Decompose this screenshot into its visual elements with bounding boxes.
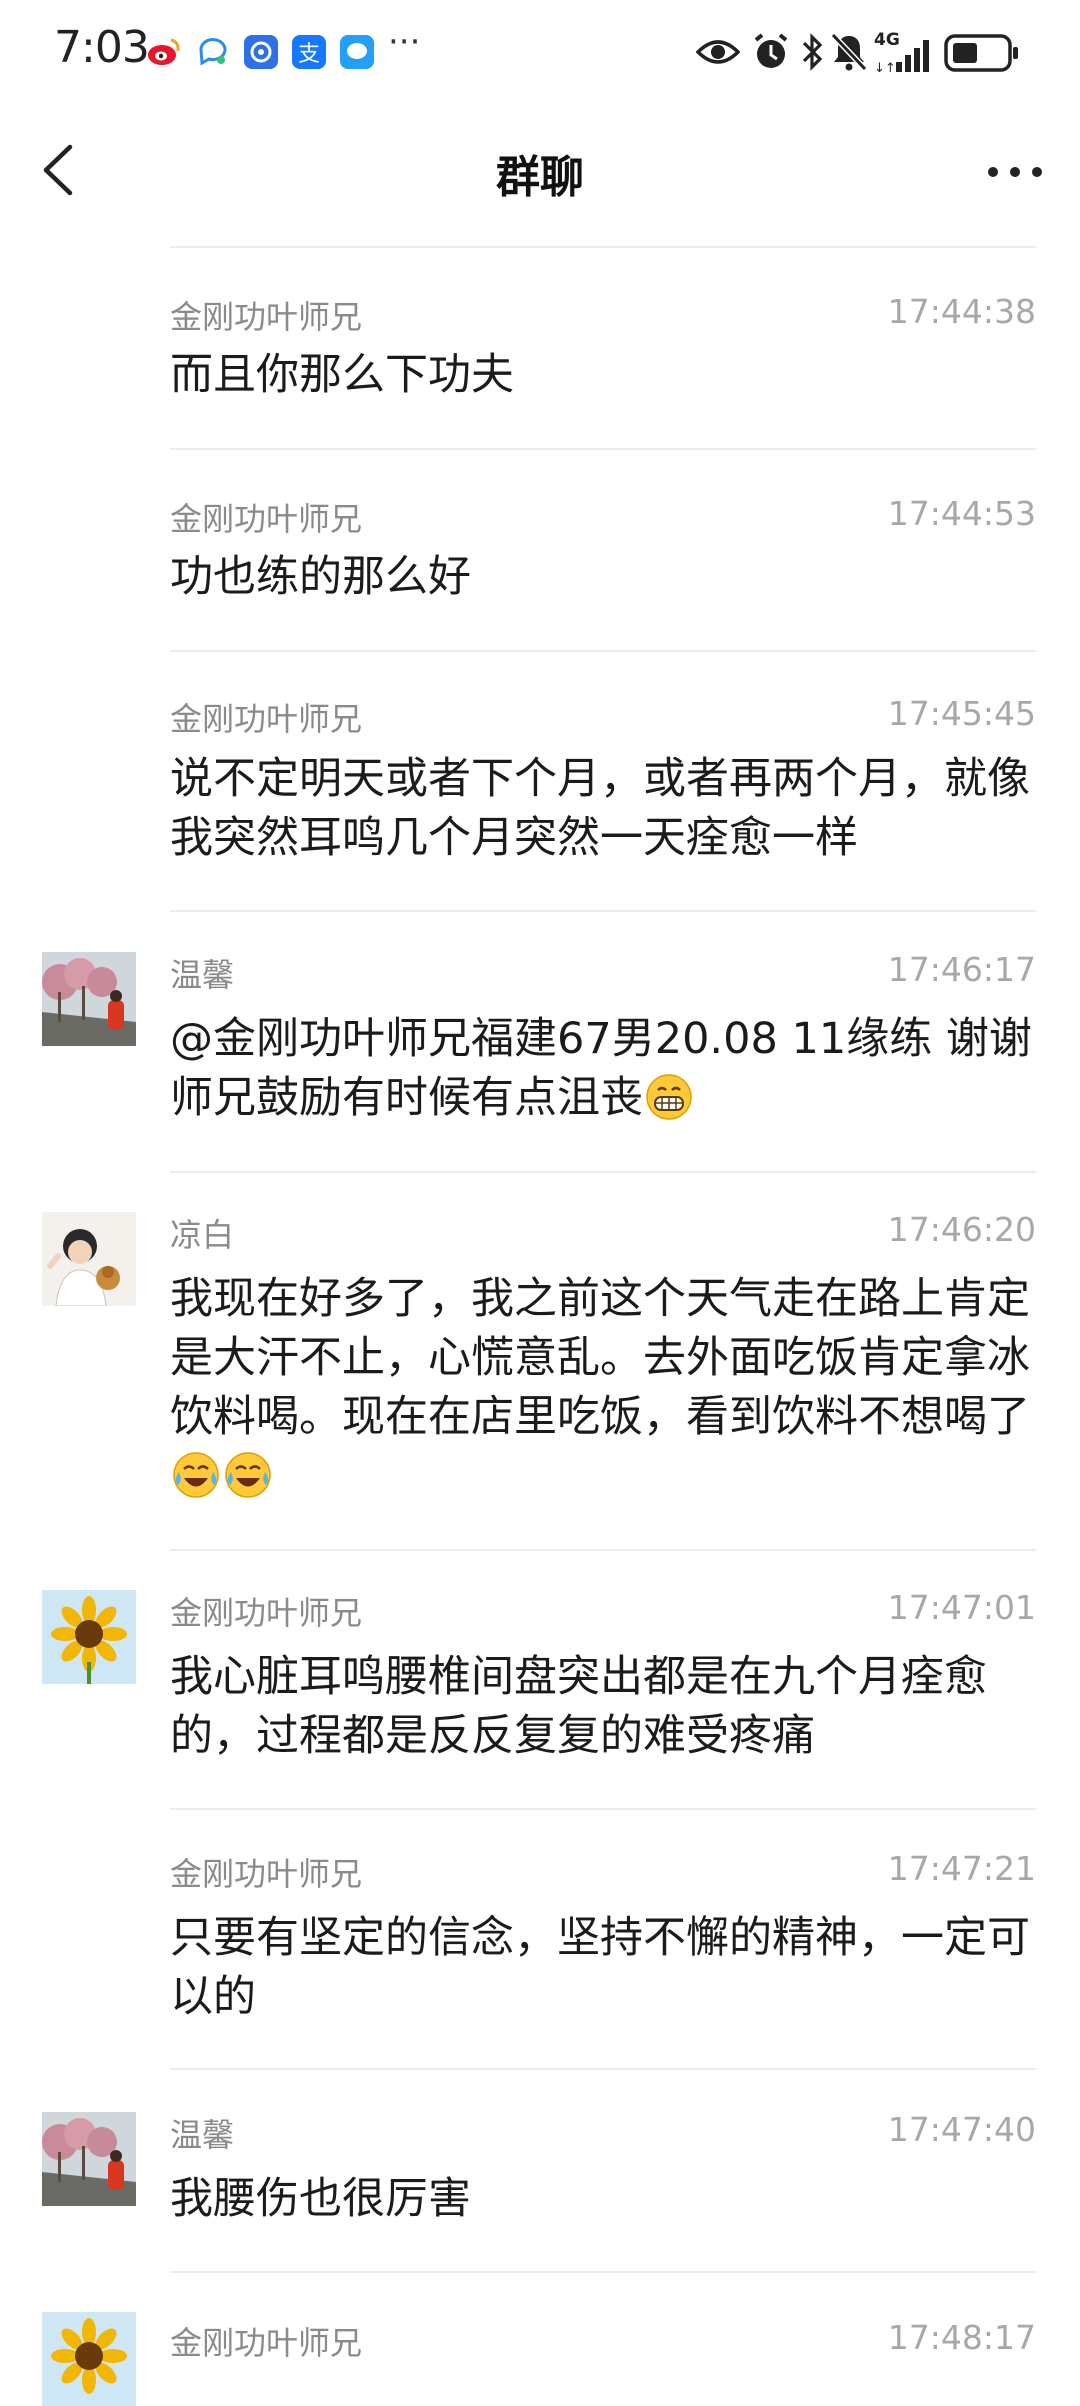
message-time: 17:48:17 bbox=[887, 2318, 1036, 2357]
message-text: 功也练的那么好 bbox=[170, 552, 471, 602]
message-text: 而且你那么下功夫 bbox=[170, 350, 514, 400]
app-shield-icon bbox=[244, 35, 278, 69]
signal-icon: ↓↑ bbox=[874, 40, 929, 74]
avatar[interactable] bbox=[42, 952, 136, 1046]
divider bbox=[170, 1171, 1036, 1173]
chat-header: 群聊 bbox=[0, 105, 1080, 235]
sender-name: 金刚功叶师兄 bbox=[170, 298, 363, 336]
divider bbox=[170, 2068, 1036, 2070]
bluetooth-icon bbox=[802, 33, 823, 71]
tears-of-joy-emoji-icon bbox=[173, 1452, 219, 1498]
status-bar: 7:03 支 ··· 4G ↓↑ bbox=[0, 0, 1080, 105]
message-text: 我现在好多了，我之前这个天气走在路上肯定是大汗不止，心慌意乱。去外面吃饭肯定拿冰… bbox=[170, 1270, 1040, 1506]
page-title: 群聊 bbox=[496, 152, 584, 203]
message-time: 17:46:20 bbox=[887, 1210, 1036, 1249]
message-time: 17:44:53 bbox=[887, 494, 1036, 533]
sender-name: 金刚功叶师兄 bbox=[170, 2324, 363, 2362]
alarm-icon bbox=[754, 33, 788, 68]
battery-icon bbox=[944, 34, 1018, 72]
message-text: 我腰伤也很厉害 bbox=[170, 2174, 471, 2224]
weibo-icon bbox=[148, 38, 180, 65]
avatar[interactable] bbox=[42, 1590, 136, 1684]
sender-name: 金刚功叶师兄 bbox=[170, 700, 363, 738]
more-options-icon[interactable] bbox=[980, 135, 1050, 205]
avatar[interactable] bbox=[42, 1212, 136, 1306]
message-time: 17:47:01 bbox=[887, 1588, 1036, 1627]
message-text: @金刚功叶师兄福建67男20.08 11缘练 谢谢师兄鼓励有时候有点沮丧 bbox=[170, 1010, 1040, 1128]
divider bbox=[170, 1808, 1036, 1810]
divider bbox=[170, 2271, 1036, 2273]
divider bbox=[170, 910, 1036, 912]
svg-text:↓↑: ↓↑ bbox=[874, 61, 896, 74]
sender-name: 温馨 bbox=[170, 956, 235, 994]
message-time: 17:46:17 bbox=[887, 950, 1036, 989]
divider bbox=[170, 246, 1036, 248]
divider bbox=[170, 1549, 1036, 1551]
message-app-icon bbox=[340, 35, 374, 69]
sender-name: 温馨 bbox=[170, 2116, 235, 2154]
message-time: 17:47:21 bbox=[887, 1849, 1036, 1888]
sender-name: 金刚功叶师兄 bbox=[170, 1594, 363, 1632]
avatar[interactable] bbox=[42, 2112, 136, 2206]
mute-icon bbox=[830, 32, 868, 72]
status-time: 7:03 bbox=[54, 22, 150, 73]
message-text: 说不定明天或者下个月，或者再两个月，就像我突然耳鸣几个月突然一天痊愈一样 bbox=[170, 754, 1030, 863]
message-text-content: 我现在好多了，我之前这个天气走在路上肯定是大汗不止，心慌意乱。去外面吃饭肯定拿冰… bbox=[170, 1274, 1030, 1442]
more-notifications: ··· bbox=[388, 22, 421, 62]
message-time: 17:45:45 bbox=[887, 694, 1036, 733]
message-text-content: @金刚功叶师兄福建67男20.08 11缘练 谢谢师兄鼓励有时候有点沮丧 bbox=[170, 1014, 1032, 1123]
grin-emoji-icon bbox=[646, 1074, 692, 1120]
message-time: 17:44:38 bbox=[887, 292, 1036, 331]
tears-of-joy-emoji-icon bbox=[225, 1452, 271, 1498]
divider bbox=[170, 650, 1036, 652]
avatar[interactable] bbox=[42, 2312, 136, 2406]
sender-name: 金刚功叶师兄 bbox=[170, 1855, 363, 1893]
message-time: 17:47:40 bbox=[887, 2110, 1036, 2149]
sender-name: 凉白 bbox=[170, 1216, 235, 1254]
message-text: 我心脏耳鸣腰椎间盘突出都是在九个月痊愈的，过程都是反反复复的难受疼痛 bbox=[170, 1652, 987, 1761]
chat-bubble-icon bbox=[199, 38, 227, 66]
svg-text:支: 支 bbox=[298, 42, 320, 67]
eye-icon bbox=[696, 40, 740, 64]
message-text: 只要有坚定的信念，坚持不懈的精神，一定可以的 bbox=[170, 1913, 1030, 2022]
divider bbox=[170, 448, 1036, 450]
alipay-icon: 支 bbox=[292, 35, 326, 69]
sender-name: 金刚功叶师兄 bbox=[170, 500, 363, 538]
